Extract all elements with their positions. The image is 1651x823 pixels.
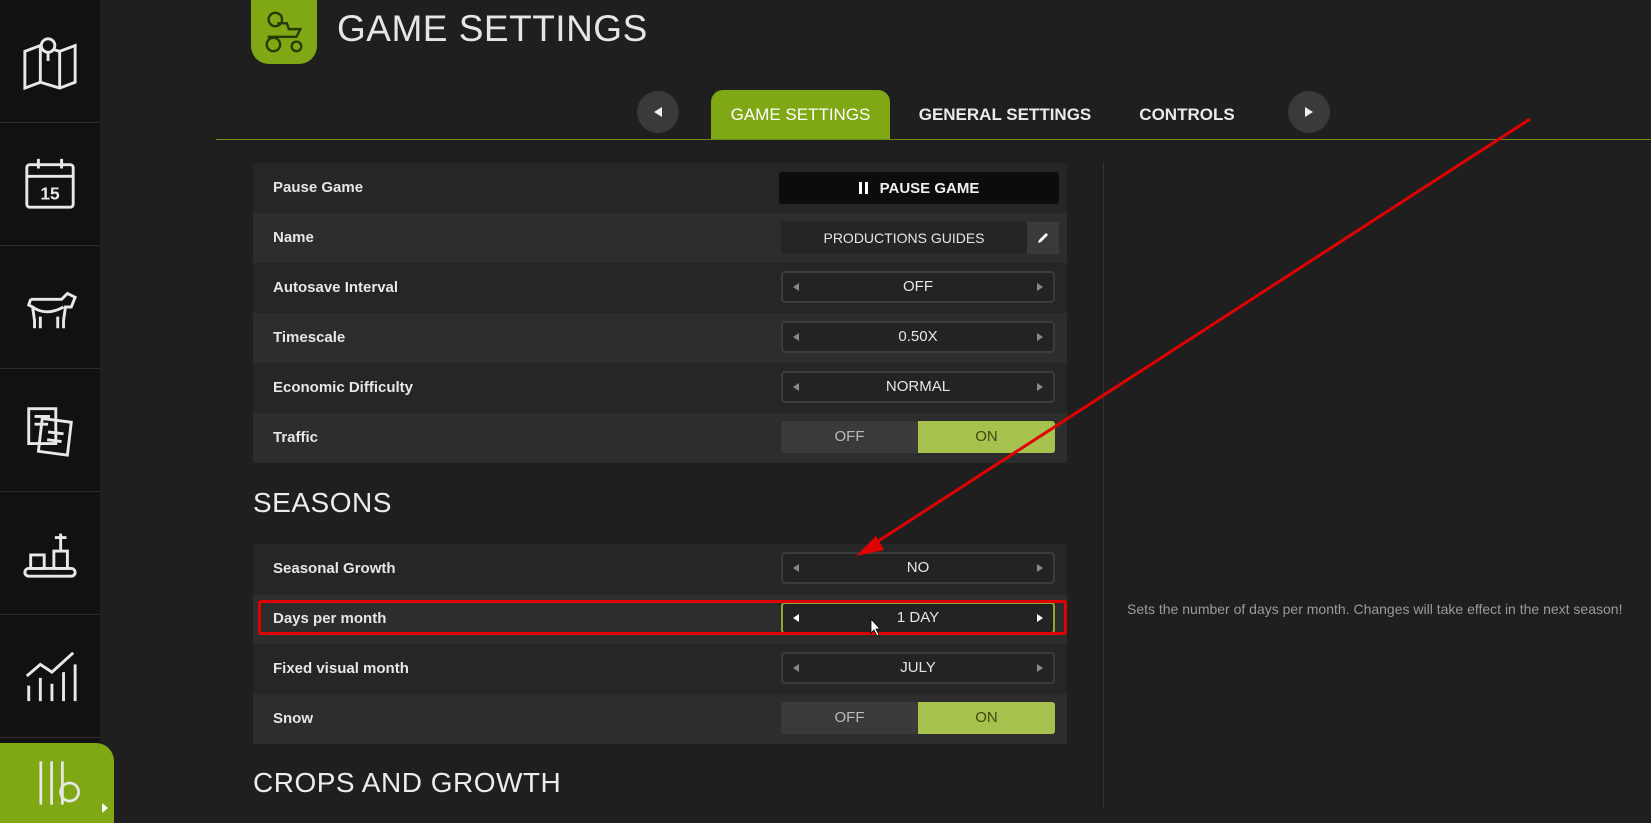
economic-difficulty-selector[interactable]: NORMAL — [781, 371, 1055, 403]
arrow-right-icon[interactable] — [1037, 564, 1043, 572]
setting-label: Snow — [273, 710, 313, 727]
snow-toggle[interactable]: OFF ON — [781, 702, 1055, 734]
setting-row-days-per-month: Days per month 1 DAY — [253, 594, 1067, 644]
setting-label: Fixed visual month — [273, 660, 409, 677]
setting-label: Name — [273, 229, 314, 246]
setting-label: Economic Difficulty — [273, 379, 414, 396]
sidebar-item-contracts[interactable] — [0, 369, 100, 492]
section-title-crops-and-growth: CROPS AND GROWTH — [253, 767, 562, 798]
tab-next-button[interactable] — [1288, 91, 1330, 133]
autosave-selector[interactable]: OFF — [781, 271, 1055, 303]
timescale-value: 0.50X — [898, 328, 938, 345]
tractor-gear-icon — [265, 11, 303, 53]
traffic-on-option[interactable]: ON — [918, 421, 1055, 453]
arrow-right-icon[interactable] — [1037, 283, 1043, 291]
svg-text:15: 15 — [40, 183, 60, 203]
edit-name-button[interactable] — [1027, 222, 1059, 254]
timescale-selector[interactable]: 0.50X — [781, 321, 1055, 353]
seasonal-growth-selector[interactable]: NO — [781, 552, 1055, 584]
days-per-month-value: 1 DAY — [896, 609, 940, 626]
game-settings-logo — [251, 0, 317, 64]
setting-row-timescale: Timescale 0.50X — [253, 313, 1067, 363]
setting-label: Seasonal Growth — [273, 560, 396, 577]
sidebar-item-settings[interactable] — [0, 743, 114, 823]
pause-game-button-label: PAUSE GAME — [879, 179, 980, 197]
sidebar-item-animals[interactable] — [0, 246, 100, 369]
setting-row-autosave: Autosave Interval OFF — [253, 263, 1067, 313]
map-icon — [23, 37, 77, 90]
seasonal-growth-value: NO — [906, 559, 930, 576]
chevron-right-icon — [102, 803, 108, 813]
section-title-seasons: SEASONS — [253, 487, 392, 518]
setting-row-name: Name PRODUCTIONS GUIDES — [253, 213, 1067, 263]
arrow-right-icon[interactable] — [1037, 383, 1043, 391]
sidebar-item-calendar[interactable]: 15 — [0, 123, 100, 246]
setting-help-text: Sets the number of days per month. Chang… — [1127, 601, 1623, 617]
statistics-icon — [25, 651, 77, 702]
cow-icon — [26, 291, 77, 329]
arrow-left-icon — [654, 107, 662, 117]
arrow-right-icon — [1305, 107, 1313, 117]
arrow-right-icon[interactable] — [1037, 333, 1043, 341]
sidebar-item-map[interactable] — [0, 0, 100, 123]
traffic-off-option[interactable]: OFF — [781, 421, 918, 453]
calendar-icon: 15 — [25, 158, 75, 209]
setting-label: Autosave Interval — [273, 279, 399, 296]
pause-icon — [858, 182, 868, 194]
sidebar: 15 — [0, 0, 114, 823]
page-title: GAME SETTINGS — [337, 8, 648, 49]
pencil-icon — [1038, 233, 1048, 243]
tab-prev-button[interactable] — [637, 91, 679, 133]
sidebar-item-production[interactable] — [0, 492, 100, 615]
traffic-toggle[interactable]: OFF ON — [781, 421, 1055, 453]
setting-label: Pause Game — [273, 179, 364, 196]
setting-row-fixed-visual-month: Fixed visual month JULY — [253, 644, 1067, 694]
fixed-visual-month-selector[interactable]: JULY — [781, 652, 1055, 684]
setting-row-traffic: Traffic OFF ON — [253, 413, 1067, 463]
autosave-value: OFF — [903, 278, 933, 295]
savegame-name-field[interactable]: PRODUCTIONS GUIDES — [781, 222, 1027, 254]
contracts-icon — [27, 407, 73, 457]
settings-icon — [39, 761, 80, 805]
panel-divider — [1103, 162, 1104, 809]
tab-controls[interactable]: CONTROLS — [1130, 90, 1244, 139]
snow-off-option[interactable]: OFF — [781, 702, 918, 734]
fixed-visual-month-value: JULY — [900, 659, 936, 676]
setting-row-pause-game: Pause Game PAUSE GAME — [253, 163, 1067, 213]
setting-label: Days per month — [273, 610, 387, 627]
production-icon — [23, 533, 77, 578]
setting-row-snow: Snow OFF ON — [253, 694, 1067, 744]
setting-label: Traffic — [273, 429, 319, 446]
setting-label: Timescale — [273, 329, 346, 346]
arrow-right-icon[interactable] — [1037, 664, 1043, 672]
tab-game-settings[interactable]: GAME SETTINGS — [711, 90, 890, 139]
setting-row-seasonal-growth: Seasonal Growth NO — [253, 544, 1067, 594]
economic-difficulty-value: NORMAL — [885, 378, 951, 395]
tab-general-settings[interactable]: GENERAL SETTINGS — [910, 90, 1100, 139]
snow-on-option[interactable]: ON — [918, 702, 1055, 734]
days-per-month-selector[interactable]: 1 DAY — [781, 602, 1055, 634]
sidebar-item-statistics[interactable] — [0, 615, 100, 738]
pause-game-button[interactable]: PAUSE GAME — [779, 172, 1059, 204]
arrow-right-icon[interactable] — [1037, 614, 1043, 622]
tab-underline — [216, 139, 1651, 140]
setting-row-economic-difficulty: Economic Difficulty NORMAL — [253, 363, 1067, 413]
